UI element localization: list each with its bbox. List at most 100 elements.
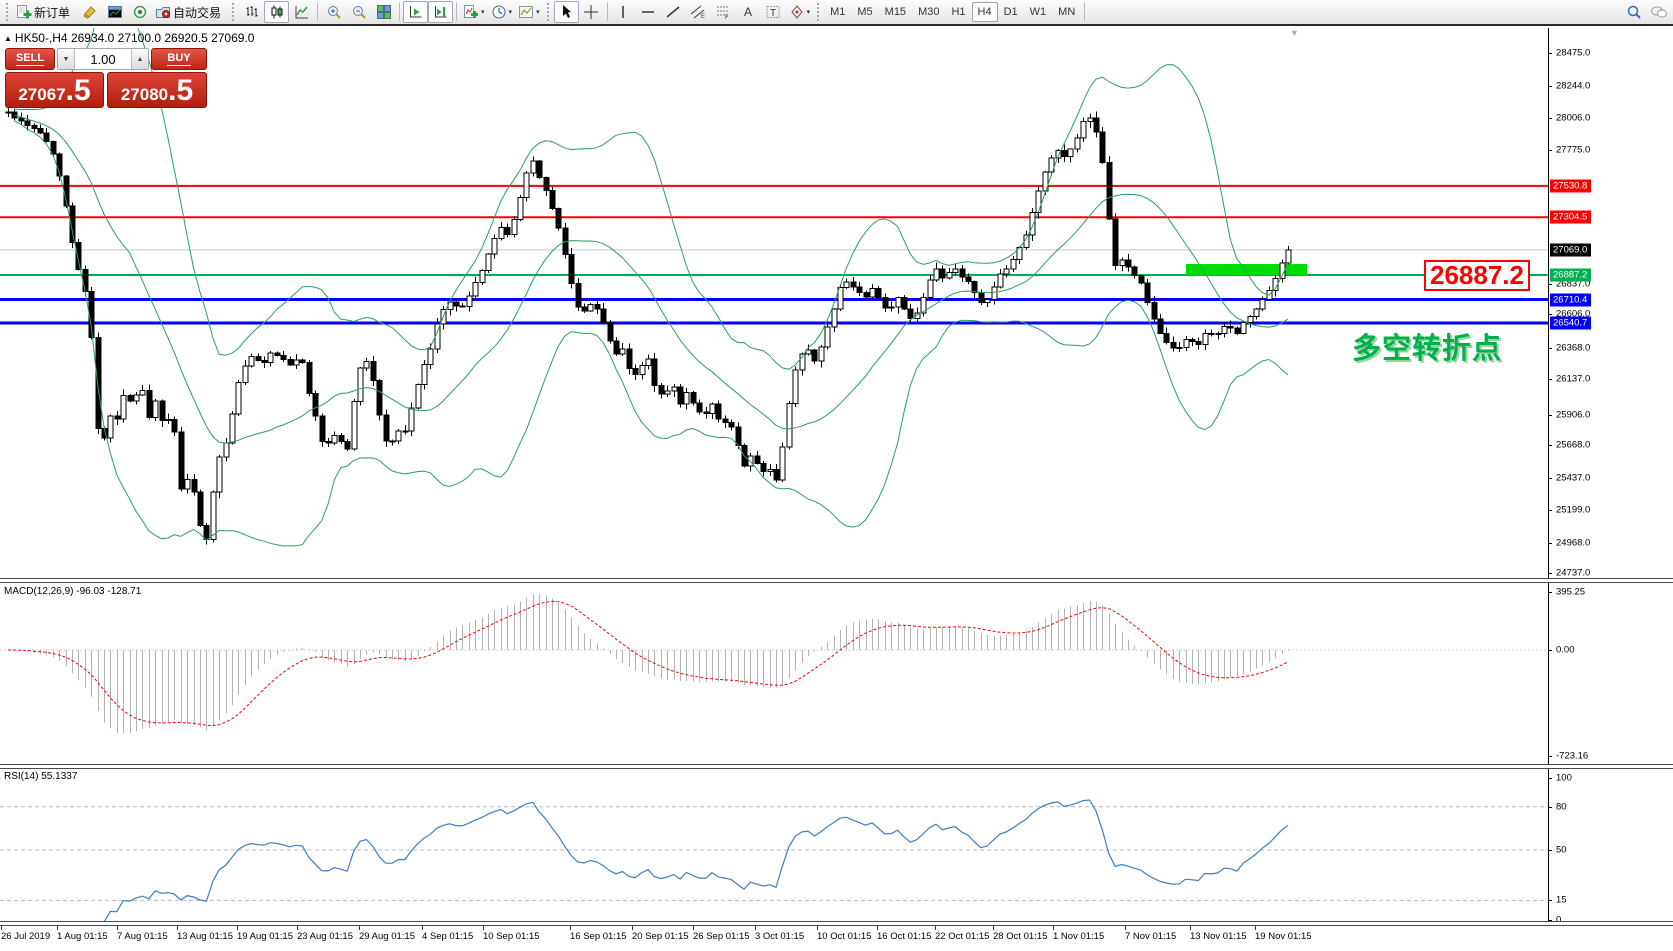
auto-scroll-button[interactable] — [403, 1, 428, 23]
rsi-axis-label: 15 — [1556, 895, 1567, 906]
main-toolbar: 新订单 自动交易 — [0, 0, 1673, 26]
text-label-button[interactable]: T — [761, 1, 786, 23]
chart-window-button[interactable] — [102, 1, 127, 23]
price-axis-label: 24737.0 — [1556, 568, 1590, 579]
signal-icon — [132, 4, 148, 20]
trend-line-button[interactable] — [661, 1, 686, 23]
time-axis-tick — [993, 926, 994, 930]
time-axis-label: 19 Aug 01:15 — [237, 931, 293, 942]
text-button[interactable]: A — [736, 1, 761, 23]
price-axis-tick — [1548, 445, 1552, 446]
time-axis-tick — [237, 926, 238, 930]
buy-price-button[interactable]: 27080.5 — [107, 72, 207, 108]
panel-divider[interactable] — [0, 578, 1673, 583]
triangle-up-icon: ▲ — [137, 56, 144, 63]
turning-point-annotation[interactable]: 多空转折点 — [1352, 325, 1502, 367]
sell-button[interactable]: SELL — [5, 48, 55, 70]
triangle-down-icon: ▼ — [63, 56, 70, 63]
text-label-icon: T — [765, 4, 781, 20]
chart-canvas[interactable] — [0, 0, 1548, 951]
symbol-marker-icon: ▲ — [4, 34, 12, 43]
time-axis-label: 19 Nov 01:15 — [1255, 931, 1312, 942]
time-axis-label: 22 Oct 01:15 — [935, 931, 989, 942]
time-axis-label: 13 Nov 01:15 — [1190, 931, 1247, 942]
rsi-axis-tick — [1548, 850, 1552, 851]
tab-timeframe-m30[interactable]: M30 — [912, 2, 945, 22]
toolbar-separator — [399, 3, 400, 21]
fibonacci-button[interactable]: F — [711, 1, 736, 23]
toolbar-separator — [317, 3, 318, 21]
time-axis-tick — [570, 926, 571, 930]
time-axis-label: 7 Aug 01:15 — [117, 931, 168, 942]
rsi-axis-tick — [1548, 778, 1552, 779]
volume-input[interactable]: 1.00 — [75, 49, 131, 69]
price-axis-line — [1548, 28, 1549, 926]
candlestick-chart-button[interactable] — [264, 1, 289, 23]
svg-text:F: F — [725, 15, 729, 20]
volume-stepper: ▼ 1.00 ▲ — [57, 48, 149, 70]
search-icon — [1626, 4, 1642, 20]
time-axis-tick — [1, 926, 2, 930]
zoom-in-icon — [326, 4, 342, 20]
bar-chart-button[interactable] — [239, 1, 264, 23]
cursor-button[interactable] — [554, 1, 579, 23]
panel-divider[interactable] — [0, 764, 1673, 769]
chat-button[interactable] — [1646, 1, 1671, 23]
sell-price-button[interactable]: 27067.5 — [5, 72, 104, 108]
indicators-button[interactable]: ▾ — [460, 1, 488, 23]
price-level-label: 27304.5 — [1550, 211, 1591, 224]
svg-text:A: A — [744, 5, 752, 19]
chart-shift-button[interactable] — [428, 1, 453, 23]
tab-timeframe-m1[interactable]: M1 — [824, 2, 851, 22]
tab-timeframe-mn[interactable]: MN — [1052, 2, 1081, 22]
crosshair-button[interactable] — [579, 1, 604, 23]
one-click-trading-panel: SELL ▼ 1.00 ▲ BUY 27067.5 27080.5 — [5, 48, 207, 108]
new-order-button[interactable]: 新订单 — [13, 1, 77, 23]
volume-increase-button[interactable]: ▲ — [131, 49, 148, 69]
auto-trading-button[interactable]: 自动交易 — [152, 1, 228, 23]
volume-decrease-button[interactable]: ▼ — [58, 49, 75, 69]
chevron-down-icon: ▾ — [807, 8, 811, 16]
periods-button[interactable]: ▾ — [488, 1, 516, 23]
time-axis-label: 10 Oct 01:15 — [817, 931, 871, 942]
time-axis-label: 26 Sep 01:15 — [693, 931, 750, 942]
vertical-line-button[interactable] — [611, 1, 636, 23]
signal-button[interactable] — [127, 1, 152, 23]
price-axis-label: 25906.0 — [1556, 410, 1590, 421]
new-order-label: 新订单 — [34, 4, 70, 21]
buy-button[interactable]: BUY — [151, 48, 207, 70]
time-axis-label: 1 Nov 01:15 — [1053, 931, 1104, 942]
time-axis-tick — [297, 926, 298, 930]
auto-scroll-icon — [408, 4, 424, 20]
tab-timeframe-h4[interactable]: H4 — [972, 2, 998, 22]
time-axis-tick — [422, 926, 423, 930]
time-axis-tick — [177, 926, 178, 930]
time-axis-label: 3 Oct 01:15 — [755, 931, 804, 942]
time-axis-label: 26 Jul 2019 — [1, 931, 50, 942]
tile-windows-button[interactable] — [371, 1, 396, 23]
tab-timeframe-m15[interactable]: M15 — [879, 2, 912, 22]
tile-windows-icon — [376, 4, 392, 20]
eraser-icon — [82, 4, 98, 20]
tab-timeframe-w1[interactable]: W1 — [1024, 2, 1053, 22]
tab-timeframe-m5[interactable]: M5 — [851, 2, 878, 22]
price-level-callout[interactable]: 26887.2 — [1424, 260, 1530, 291]
eraser-button[interactable] — [77, 1, 102, 23]
tab-timeframe-h1[interactable]: H1 — [945, 2, 971, 22]
time-axis-label: 13 Aug 01:15 — [177, 931, 233, 942]
price-axis-tick — [1548, 543, 1552, 544]
tab-timeframe-d1[interactable]: D1 — [998, 2, 1024, 22]
time-axis-tick — [877, 926, 878, 930]
templates-button[interactable]: ▾ — [515, 1, 543, 23]
line-chart-button[interactable] — [289, 1, 314, 23]
horizontal-line-icon — [640, 4, 656, 20]
macd-axis-tick — [1548, 650, 1552, 651]
horizontal-line-button[interactable] — [636, 1, 661, 23]
equidistant-channel-button[interactable]: E — [686, 1, 711, 23]
auto-trading-label: 自动交易 — [173, 4, 221, 21]
panel-divider[interactable] — [0, 921, 1673, 926]
zoom-in-button[interactable] — [321, 1, 346, 23]
zoom-out-button[interactable] — [346, 1, 371, 23]
search-button[interactable] — [1621, 1, 1646, 23]
arrows-button[interactable]: ▾ — [786, 1, 814, 23]
